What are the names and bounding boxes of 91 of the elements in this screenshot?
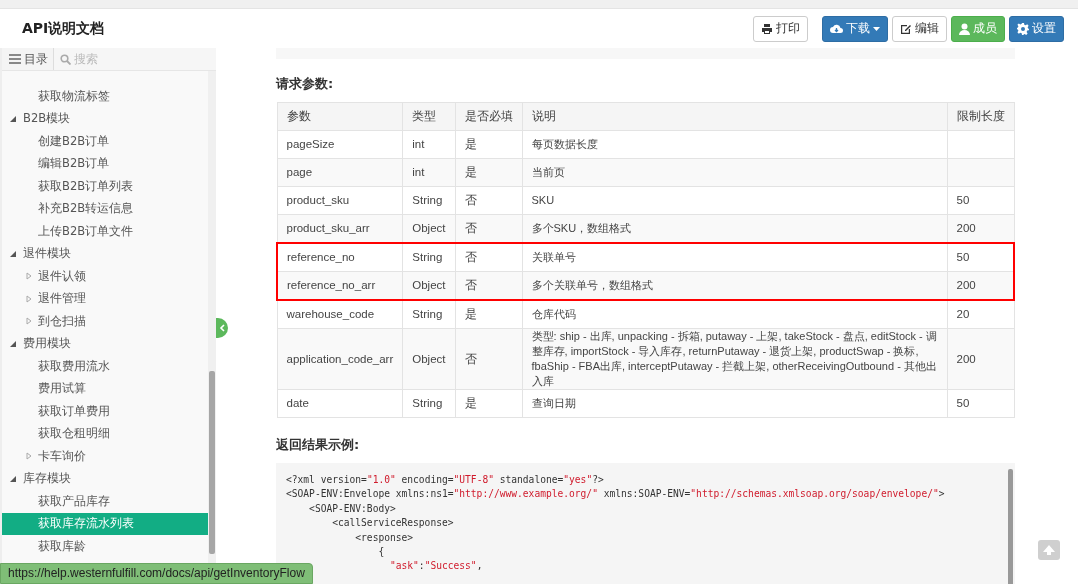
- tree-item[interactable]: 获取仓租明细: [2, 422, 208, 445]
- table-cell: product_sku_arr: [277, 214, 403, 243]
- table-cell: int: [402, 158, 456, 187]
- tree-item[interactable]: 上传B2B订单文件: [2, 220, 208, 243]
- table-cell: 否: [455, 328, 523, 390]
- search-input[interactable]: 搜索: [74, 52, 174, 66]
- code-line: <callServiceResponse>: [331, 516, 454, 531]
- table-cell: 200: [947, 328, 1014, 390]
- arrow-up-icon: [1043, 545, 1055, 555]
- tree-item[interactable]: 费用试算: [2, 377, 208, 400]
- caret-icon: [873, 26, 880, 31]
- collapse-icon: [10, 115, 16, 122]
- tree-item[interactable]: 创建B2B订单: [2, 130, 208, 153]
- column-header: 说明: [522, 102, 947, 131]
- code-line: <SOAP-ENV:Envelope xmlns:ns1="http://www.example.org/" xmlns:SOAP-ENV="http://schemas.xmlsoap.org/soap/envelope/">: [286, 487, 945, 502]
- table-cell: String: [402, 300, 456, 329]
- tree-group[interactable]: B2B模块: [2, 107, 208, 130]
- table-cell: 是: [455, 389, 523, 418]
- tree-item[interactable]: 获取B2B订单列表: [2, 175, 208, 198]
- toolbar-button[interactable]: 编辑: [892, 15, 947, 42]
- code-line: <SOAP-ENV:Body>: [308, 501, 396, 516]
- tree-item[interactable]: 编辑B2B订单: [2, 152, 208, 175]
- tree-item[interactable]: 获取库龄: [2, 535, 208, 558]
- table-cell: SKU: [522, 186, 947, 215]
- toolbar-button[interactable]: 下载: [822, 15, 888, 42]
- status-url: https://help.westernfulfill.com/docs/api/getInventoryFlow: [0, 563, 313, 584]
- table-cell: 是: [455, 158, 523, 187]
- menu-icon: [9, 54, 21, 64]
- table-cell: 20: [947, 300, 1014, 329]
- tree-group[interactable]: 费用模块: [2, 332, 208, 355]
- tree-group[interactable]: 退件模块: [2, 242, 208, 265]
- expand-icon: [26, 272, 32, 280]
- code-line: {: [377, 545, 385, 560]
- column-header: 类型: [402, 102, 456, 131]
- back-to-top-button[interactable]: [1038, 540, 1060, 560]
- table-cell: product_sku: [277, 186, 403, 215]
- tree-item[interactable]: 补充B2B转运信息: [2, 197, 208, 220]
- column-header: 限制长度: [947, 102, 1014, 131]
- table-cell: application_code_arr: [277, 328, 403, 390]
- tree-item[interactable]: 获取订单费用: [2, 400, 208, 423]
- sidebar-toggle-button[interactable]: [216, 318, 228, 338]
- tree-item[interactable]: 退件管理: [2, 287, 208, 310]
- table-cell: Object: [402, 328, 456, 390]
- table-cell: 50: [947, 389, 1014, 418]
- edit-icon: [900, 22, 912, 35]
- search-icon: [60, 53, 71, 65]
- table-cell: 是: [455, 300, 523, 329]
- tree-item[interactable]: 卡车询价: [2, 445, 208, 468]
- settings-icon: [1017, 22, 1029, 35]
- collapse-icon: [10, 250, 16, 257]
- print-icon: [761, 22, 773, 35]
- table-cell: 类型: ship - 出库, unpacking - 拆箱, putaway - 上架, takeStock - 盘点, editStock - 调整库存, importStock - 导入库存, returnPutaway - 退货上架, productSwap - 换标, fbaShip - FBA出库, interceptPutaway - 拦截上架, otherReceivingOutbound - 其他出入库: [522, 328, 947, 390]
- table-cell: 是: [455, 130, 523, 159]
- expand-icon: [26, 317, 32, 325]
- table-cell: 每页数据长度: [522, 130, 947, 159]
- user-icon: [959, 22, 970, 35]
- table-cell: 仓库代码: [522, 300, 947, 329]
- table-cell: warehouse_code: [277, 300, 403, 329]
- table-cell: [947, 130, 1014, 159]
- table-cell: date: [277, 389, 403, 418]
- section-heading: 返回结果示例:: [276, 436, 361, 454]
- collapse-icon: [10, 475, 16, 482]
- toolbar-button[interactable]: 设置: [1009, 15, 1064, 42]
- table-cell: String: [402, 389, 456, 418]
- toolbar-button[interactable]: 打印: [753, 15, 808, 42]
- cloud-download-icon: [830, 22, 843, 35]
- tree-item[interactable]: 获取产品库存: [2, 490, 208, 513]
- section-heading: 请求参数:: [276, 75, 335, 93]
- table-cell: 查询日期: [522, 389, 947, 418]
- table-cell: 50: [947, 186, 1014, 215]
- tree-group[interactable]: 库存模块: [2, 467, 208, 490]
- collapse-icon: [10, 340, 16, 347]
- code-line: <?xml version="1.0" encoding="UTF-8" standalone="yes"?>: [286, 473, 604, 487]
- tree-item[interactable]: 到仓扫描: [2, 310, 208, 333]
- table-cell: 当前页: [522, 158, 947, 187]
- tree-item[interactable]: 获取费用流水: [2, 355, 208, 378]
- table-cell: [947, 158, 1014, 187]
- table-cell: page: [277, 158, 403, 187]
- column-header: 是否必填: [455, 102, 523, 131]
- table-cell: int: [402, 130, 456, 159]
- expand-icon: [26, 294, 32, 303]
- expand-icon: [26, 452, 32, 460]
- table-cell: 否: [455, 186, 523, 215]
- column-header: 参数: [277, 102, 403, 131]
- table-cell: String: [402, 186, 456, 215]
- code-line: <response>: [354, 530, 414, 545]
- tree-item[interactable]: 退件认领: [2, 265, 208, 288]
- chevron-left-icon: [219, 324, 225, 332]
- table-cell: pageSize: [277, 130, 403, 159]
- tree-item[interactable]: 获取物流标签: [2, 85, 208, 108]
- doc-title: API说明文档: [22, 19, 105, 38]
